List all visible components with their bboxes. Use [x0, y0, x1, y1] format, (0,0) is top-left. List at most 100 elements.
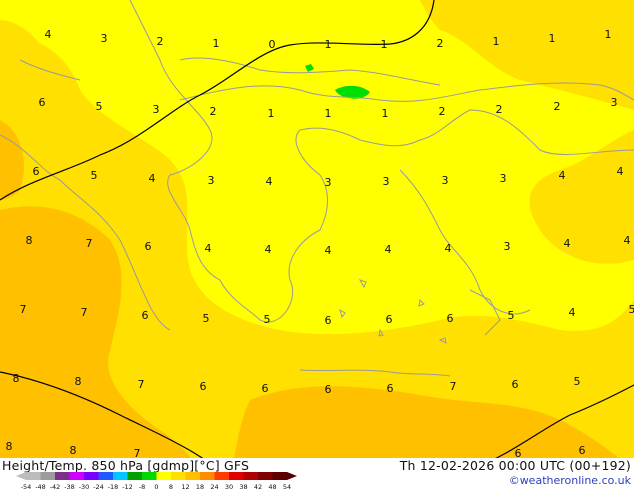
- temp-label: 4: [205, 242, 212, 255]
- scale-tick-label: -42: [50, 483, 61, 490]
- temp-label: 2: [210, 105, 217, 118]
- temp-label: 1: [325, 38, 332, 51]
- footer-bar: Height/Temp. 850 hPa [gdmp][°C] GFS Th 1…: [0, 458, 634, 490]
- temp-label: 8: [70, 444, 77, 457]
- scale-tick-label: 18: [196, 483, 204, 490]
- temp-label: 1: [268, 107, 275, 120]
- temp-label: 3: [325, 176, 332, 189]
- temp-label: 3: [611, 96, 618, 109]
- temp-label: 6: [325, 314, 332, 327]
- temp-label: 5: [91, 169, 98, 182]
- temp-label: 1: [605, 28, 612, 41]
- temp-label: 7: [20, 303, 27, 316]
- scale-tick-label: 12: [181, 483, 189, 490]
- temp-label: 4: [445, 242, 452, 255]
- temp-label: 7: [81, 306, 88, 319]
- scale-segment: [69, 472, 85, 480]
- scale-segment: [98, 472, 114, 480]
- temp-label: 5: [203, 312, 210, 325]
- temp-label: 4: [45, 28, 52, 41]
- temp-label: 6: [145, 240, 152, 253]
- scale-arrow-left: [16, 472, 26, 480]
- temp-label: 8: [6, 440, 13, 453]
- temp-label: 4: [569, 306, 576, 319]
- scale-tick-label: 8: [169, 483, 173, 490]
- scale-segment: [55, 472, 70, 480]
- scale-arrow-right: [287, 472, 297, 480]
- temp-label: 5: [629, 303, 634, 316]
- scale-tick-label: -38: [64, 483, 75, 490]
- scale-segment: [142, 472, 157, 480]
- scale-tick-label: 30: [225, 483, 233, 490]
- temp-label: 4: [617, 165, 624, 178]
- scale-segment: [229, 472, 244, 480]
- temp-label: 3: [442, 174, 449, 187]
- temp-label: 1: [549, 32, 556, 45]
- temp-label: 1: [493, 35, 500, 48]
- temp-label: 3: [500, 172, 507, 185]
- temp-label: 4: [325, 244, 332, 257]
- temp-label: 7: [138, 378, 145, 391]
- temp-label: 6: [387, 382, 394, 395]
- scale-tick-label: -30: [79, 483, 90, 490]
- scale-segment: [40, 472, 56, 480]
- temp-label: 8: [13, 372, 20, 385]
- scale-tick-label: -12: [122, 483, 133, 490]
- scale-tick-label: -8: [139, 483, 145, 490]
- temp-label: 2: [496, 103, 503, 116]
- temp-label: 3: [383, 175, 390, 188]
- temp-label: 7: [450, 380, 457, 393]
- scale-segment: [156, 472, 172, 480]
- scale-tick-label: -18: [108, 483, 119, 490]
- temp-label: 6: [447, 312, 454, 325]
- credit-link[interactable]: ©weatheronline.co.uk: [509, 474, 631, 487]
- temp-label: 5: [508, 309, 515, 322]
- scale-segment: [214, 472, 230, 480]
- temp-label: 4: [559, 169, 566, 182]
- temp-label: 2: [554, 100, 561, 113]
- temp-label: 6: [262, 382, 269, 395]
- temp-label: 5: [574, 375, 581, 388]
- temp-label: 3: [208, 174, 215, 187]
- temp-label: 5: [96, 100, 103, 113]
- temperature-map[interactable]: 4 3 2 1 0 1 1 2 1 1 16 5 3 2 1 1 1 2 2 2 36 5 4 3 4 3 3 3 3 4 48 7 6 4 4 4 4…: [0, 0, 634, 490]
- scale-tick-label: 48: [268, 483, 276, 490]
- temp-label: 8: [26, 234, 33, 247]
- temp-label: 0: [269, 38, 276, 51]
- scale-tick-label: -54: [21, 483, 32, 490]
- scale-segment: [185, 472, 201, 480]
- temp-label: 1: [213, 37, 220, 50]
- temp-label: 6: [200, 380, 207, 393]
- scale-segment: [243, 472, 259, 480]
- temp-label: 3: [153, 103, 160, 116]
- temp-label: 4: [149, 172, 156, 185]
- temp-label: 4: [266, 175, 273, 188]
- scale-segment: [258, 472, 273, 480]
- temp-label: 6: [512, 378, 519, 391]
- temp-label: 4: [265, 243, 272, 256]
- scale-tick-label: -24: [93, 483, 104, 490]
- temp-label: 8: [75, 375, 82, 388]
- temp-label: 6: [386, 313, 393, 326]
- temp-label: 1: [381, 38, 388, 51]
- temp-label: 6: [39, 96, 46, 109]
- color-scale: -54 -48 -42 -38 -30 -24 -18 -12 -8 0 8 12 18 24 30 38 42…: [16, 472, 297, 490]
- scale-segment: [200, 472, 215, 480]
- forecast-datetime: Th 12-02-2026 00:00 UTC (00+192): [399, 458, 631, 473]
- scale-segment: [26, 472, 41, 480]
- temp-label: 2: [157, 35, 164, 48]
- temp-label: 1: [382, 107, 389, 120]
- scale-segment: [84, 472, 99, 480]
- temp-label: 5: [264, 313, 271, 326]
- scale-tick-label: 38: [239, 483, 247, 490]
- temp-label: 3: [101, 32, 108, 45]
- temp-label: 4: [385, 243, 392, 256]
- temp-label: 7: [86, 237, 93, 250]
- scale-tick-label: 42: [254, 483, 262, 490]
- temp-label: 2: [437, 37, 444, 50]
- temp-label: 6: [33, 165, 40, 178]
- scale-tick-label: -48: [35, 483, 46, 490]
- temp-label: 4: [564, 237, 571, 250]
- scale-segment: [113, 472, 128, 480]
- temp-label: 6: [325, 383, 332, 396]
